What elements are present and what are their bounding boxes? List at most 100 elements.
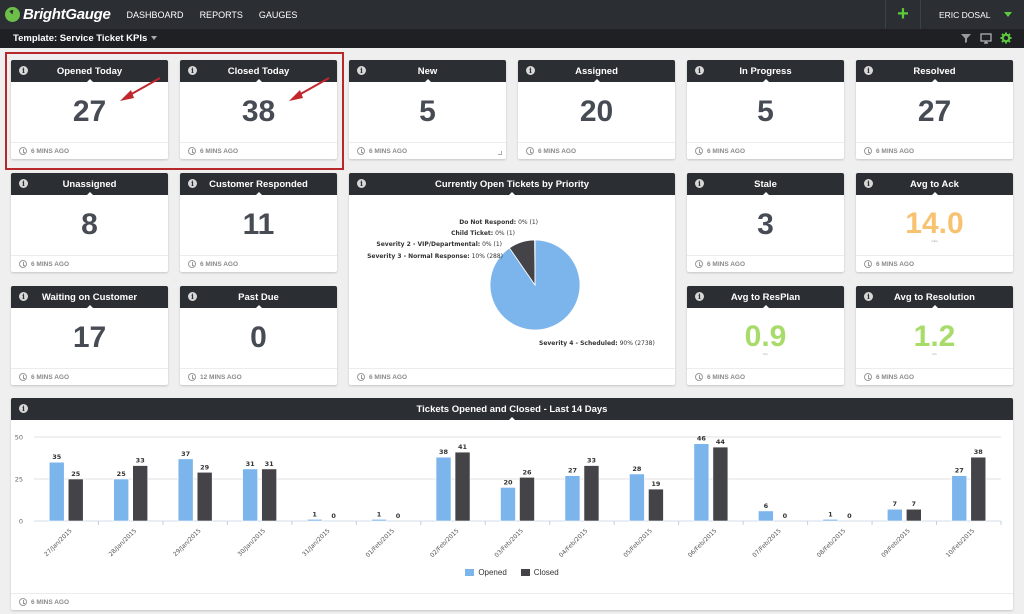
bar-opened[interactable] bbox=[886, 508, 903, 522]
bar-closed[interactable] bbox=[712, 446, 729, 522]
bar-opened[interactable] bbox=[822, 519, 839, 522]
card-body: 0.9 hrs bbox=[687, 308, 844, 368]
x-tick-label: 07/Feb/2015 bbox=[751, 527, 783, 559]
info-icon[interactable]: i bbox=[864, 179, 873, 188]
bar-opened[interactable] bbox=[177, 458, 194, 522]
toolbar-icons bbox=[960, 32, 1012, 44]
info-icon[interactable]: i bbox=[357, 179, 366, 188]
bar-opened[interactable] bbox=[306, 519, 323, 522]
gauge-unit: hrs bbox=[932, 352, 937, 356]
gauge-card-closed-today[interactable]: i Closed Today 38 6 MINS AGO bbox=[180, 60, 337, 159]
resize-handle-icon[interactable] bbox=[498, 151, 502, 155]
bar-closed[interactable] bbox=[583, 465, 600, 522]
info-icon[interactable]: i bbox=[19, 404, 28, 413]
user-menu-button[interactable]: ERIC DOSAL bbox=[921, 0, 1024, 29]
gauge-card-avg-to-resplan[interactable]: i Avg to ResPlan 0.9 hrs 6 MINS AGO bbox=[687, 286, 844, 385]
nav-gauges[interactable]: GAUGES bbox=[259, 10, 298, 20]
info-icon[interactable]: i bbox=[695, 179, 704, 188]
updated-time: 6 MINS AGO bbox=[707, 260, 746, 268]
bar-opened[interactable] bbox=[500, 487, 516, 522]
info-icon[interactable]: i bbox=[188, 292, 197, 301]
card-footer: 6 MINS AGO bbox=[856, 255, 1013, 272]
legend-opened[interactable]: Opened bbox=[465, 568, 507, 577]
legend-closed[interactable]: Closed bbox=[520, 568, 559, 577]
card-header: i Avg to ResPlan bbox=[687, 286, 844, 308]
clock-icon bbox=[19, 373, 27, 381]
info-icon[interactable]: i bbox=[19, 292, 28, 301]
bar-closed[interactable] bbox=[454, 451, 471, 522]
nav-dashboard[interactable]: DASHBOARD bbox=[127, 10, 184, 20]
info-icon[interactable]: i bbox=[864, 66, 873, 75]
info-icon[interactable]: i bbox=[695, 292, 704, 301]
bar-opened[interactable] bbox=[629, 473, 645, 522]
bar-closed[interactable] bbox=[132, 465, 148, 522]
gauge-card-in-progress[interactable]: i In Progress 5 6 MINS AGO bbox=[687, 60, 844, 159]
gauge-card-waiting-on-customer[interactable]: i Waiting on Customer 17 6 MINS AGO bbox=[11, 286, 168, 385]
bar-closed[interactable] bbox=[648, 488, 664, 522]
pie-chart-card[interactable]: i Currently Open Tickets by Priority Sev… bbox=[349, 173, 675, 385]
bar-closed[interactable] bbox=[261, 468, 277, 522]
pie-chart: Severity 4 - Scheduled: 90% (2738) Severi… bbox=[367, 219, 655, 347]
bar-opened[interactable] bbox=[48, 461, 65, 522]
gauge-card-new[interactable]: i New 5 6 MINS AGO bbox=[349, 60, 506, 159]
clock-icon bbox=[864, 147, 872, 155]
bar-opened[interactable] bbox=[758, 510, 774, 522]
info-icon[interactable]: i bbox=[695, 66, 704, 75]
gauge-card-resolved[interactable]: i Resolved 27 6 MINS AGO bbox=[856, 60, 1013, 159]
bar-data-label: 0 bbox=[396, 512, 401, 520]
gauge-card-avg-to-ack[interactable]: i Avg to Ack 14.0 mins 6 MINS AGO bbox=[856, 173, 1013, 272]
gauge-card-unassigned[interactable]: i Unassigned 8 6 MINS AGO bbox=[11, 173, 168, 272]
bar-closed[interactable] bbox=[67, 478, 84, 522]
template-selector[interactable]: Template: Service Ticket KPIs bbox=[13, 33, 158, 44]
bar-opened[interactable] bbox=[435, 456, 452, 522]
tv-icon[interactable] bbox=[980, 32, 992, 44]
bar-opened[interactable] bbox=[951, 475, 968, 522]
legend-label: Closed bbox=[533, 568, 559, 577]
bar-closed[interactable] bbox=[196, 471, 213, 522]
info-icon[interactable]: i bbox=[357, 66, 366, 75]
bar-closed[interactable] bbox=[905, 508, 922, 522]
gauge-card-past-due[interactable]: i Past Due 0 12 MINS AGO bbox=[180, 286, 337, 385]
info-icon[interactable]: i bbox=[526, 66, 535, 75]
chart-legend: Opened Closed bbox=[11, 568, 1013, 577]
gauge-card-assigned[interactable]: i Assigned 20 6 MINS AGO bbox=[518, 60, 675, 159]
info-icon[interactable]: i bbox=[19, 66, 28, 75]
bar-opened[interactable] bbox=[242, 468, 258, 522]
gauge-card-customer-responded[interactable]: i Customer Responded 11 6 MINS AGO bbox=[180, 173, 337, 272]
bar-data-label: 38 bbox=[439, 448, 449, 456]
bar-chart-card[interactable]: i Tickets Opened and Closed - Last 14 Da… bbox=[11, 398, 1013, 610]
filter-icon[interactable] bbox=[960, 32, 972, 44]
gauge-card-avg-to-resolution[interactable]: i Avg to Resolution 1.2 hrs 6 MINS AGO bbox=[856, 286, 1013, 385]
bar-data-label: 33 bbox=[587, 457, 596, 465]
updated-time: 6 MINS AGO bbox=[876, 260, 915, 268]
bar-data-label: 7 bbox=[893, 500, 898, 508]
card-footer: 6 MINS AGO bbox=[349, 142, 506, 159]
bar-opened[interactable] bbox=[371, 519, 387, 522]
card-body: 27 bbox=[856, 82, 1013, 142]
gear-icon[interactable] bbox=[1000, 32, 1012, 44]
gauge-value: 27 bbox=[917, 95, 952, 128]
gauge-card-opened-today[interactable]: i Opened Today 27 6 MINS AGO bbox=[11, 60, 168, 159]
template-bar: Template: Service Ticket KPIs bbox=[0, 29, 1024, 48]
add-button[interactable]: + bbox=[885, 0, 921, 29]
gauge-value: 8 bbox=[81, 208, 98, 241]
info-icon[interactable]: i bbox=[19, 179, 28, 188]
bar-opened[interactable] bbox=[564, 475, 581, 522]
info-icon[interactable]: i bbox=[188, 66, 197, 75]
gauge-value: 17 bbox=[72, 321, 107, 354]
card-footer: 6 MINS AGO bbox=[349, 368, 675, 385]
gauge-card-stale[interactable]: i Stale 3 6 MINS AGO bbox=[687, 173, 844, 272]
logo[interactable]: BrightGauge bbox=[5, 6, 111, 23]
bar-closed[interactable] bbox=[970, 456, 987, 522]
bar-data-label: 28 bbox=[632, 465, 642, 473]
bar-closed[interactable] bbox=[519, 477, 535, 522]
gauge-unit: mins bbox=[931, 239, 938, 243]
pie-label: Do Not Respond: 0% (1) bbox=[459, 219, 538, 226]
info-icon[interactable]: i bbox=[188, 179, 197, 188]
bar-data-label: 26 bbox=[522, 468, 532, 476]
bar-opened[interactable] bbox=[693, 443, 710, 522]
bar-opened[interactable] bbox=[113, 478, 129, 522]
info-icon[interactable]: i bbox=[864, 292, 873, 301]
nav-reports[interactable]: REPORTS bbox=[200, 10, 243, 20]
x-tick-label: 01/Feb/2015 bbox=[364, 527, 396, 559]
